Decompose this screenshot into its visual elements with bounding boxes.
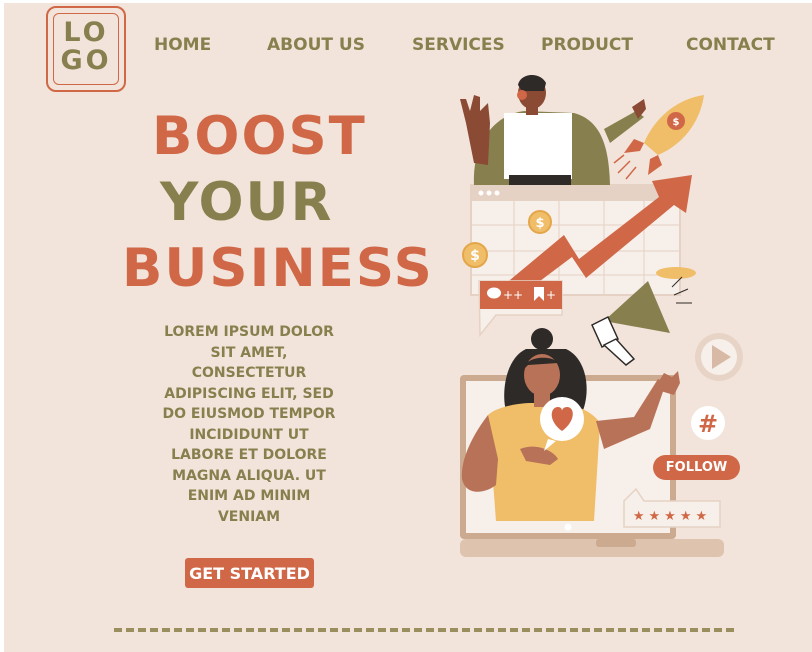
coin-symbol: $	[535, 216, 544, 231]
chart-board	[470, 184, 681, 296]
coin-symbol: $	[470, 248, 480, 264]
social-reactions-badge: ++ +	[478, 280, 563, 338]
comment-count: ++	[503, 288, 523, 302]
rocket-icon: $	[613, 95, 704, 180]
bookmark-count: +	[546, 288, 556, 302]
rating-stars: ★★★★★	[633, 509, 711, 524]
hashtag-symbol: #	[698, 410, 718, 438]
comment-icon	[487, 287, 501, 299]
follow-button[interactable]: FOLLOW	[653, 455, 740, 480]
man-pointing-figure	[460, 74, 646, 185]
landing-page: LO GO HOME ABOUT US SERVICES PRODUCT CON…	[4, 3, 812, 652]
coin-icon: $	[462, 242, 488, 268]
rocket-symbol: $	[673, 117, 680, 128]
play-icon[interactable]	[695, 333, 743, 381]
hashtag-icon[interactable]: #	[691, 406, 725, 440]
coin-icon: $	[528, 210, 552, 234]
business-illustration: $ $ $ ++ + # ★★★★★	[460, 74, 743, 557]
